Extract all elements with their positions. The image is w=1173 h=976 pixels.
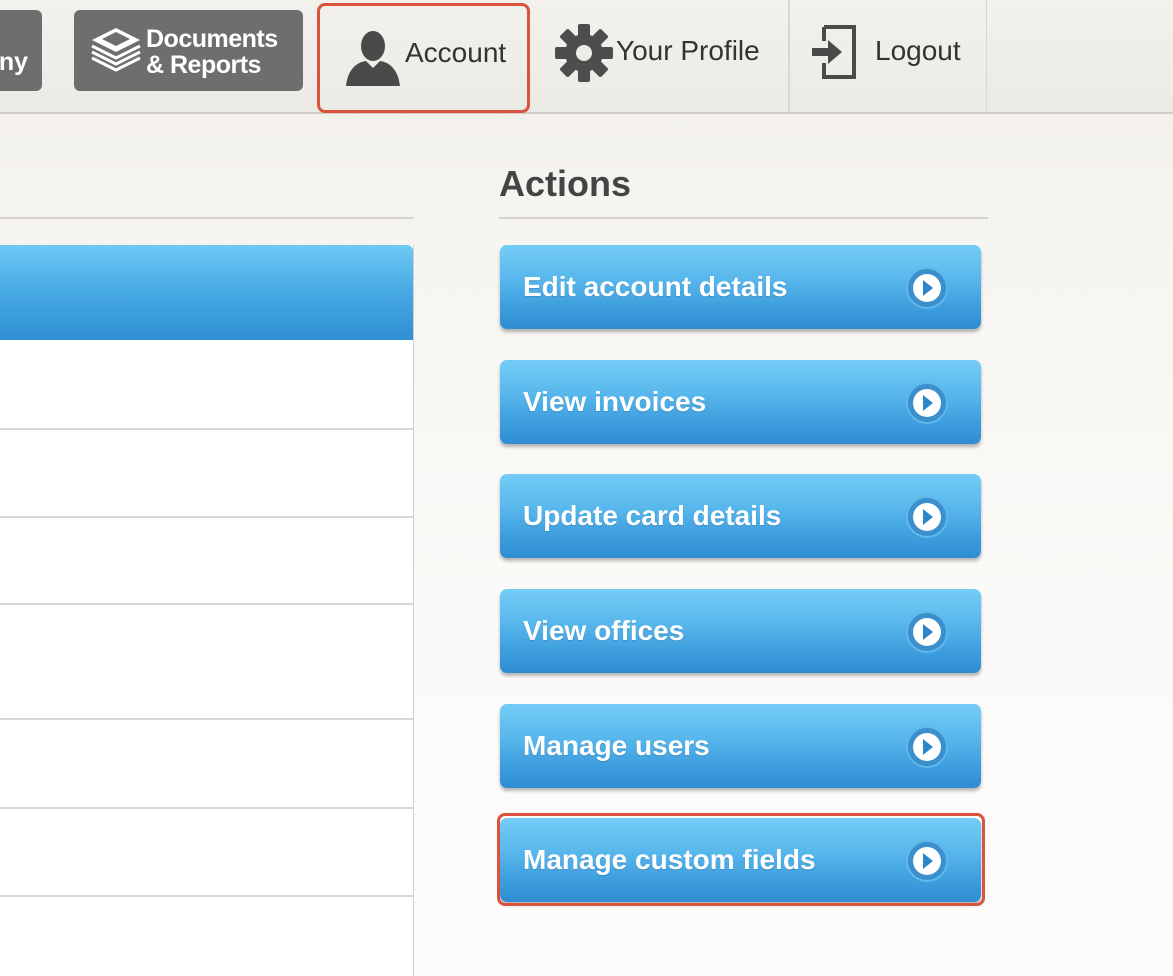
logout-arrow-icon — [812, 25, 856, 79]
actions-heading: Actions — [499, 163, 632, 204]
nav-logout-label: Logout — [875, 35, 961, 66]
update-card-details-button[interactable]: Update card details — [500, 474, 981, 558]
view-offices-button[interactable]: View offices — [500, 589, 981, 673]
nav-your-profile-tab[interactable]: Your Profile — [531, 0, 789, 112]
nav-account-tab[interactable]: Account — [317, 3, 530, 113]
action-button-label: View offices — [523, 615, 685, 646]
manage-users-button[interactable]: Manage users — [500, 704, 981, 788]
top-navigation-bar: ny Documents & Reports Account Your Prof… — [0, 0, 1173, 114]
stack-of-documents-icon — [91, 28, 141, 72]
view-invoices-button[interactable]: View invoices — [500, 360, 981, 444]
table-row-divider — [0, 807, 413, 809]
circle-arrow-right-icon — [906, 726, 948, 768]
action-button-label: Manage custom fields — [523, 844, 816, 875]
table-row-divider — [0, 895, 413, 897]
actions-divider — [499, 217, 988, 219]
panel-header — [0, 245, 413, 340]
circle-arrow-right-icon — [906, 267, 948, 309]
person-silhouette-icon — [346, 31, 400, 86]
nav-documents-label: Documents & Reports — [146, 25, 278, 79]
table-row-divider — [0, 516, 413, 518]
circle-arrow-right-icon — [906, 840, 948, 882]
nav-account-label: Account — [405, 37, 507, 68]
nav-documents-reports-button[interactable]: Documents & Reports — [74, 10, 303, 91]
action-button-label: View invoices — [523, 386, 707, 417]
nav-company-button[interactable]: ny — [0, 10, 42, 91]
action-button-label: Update card details — [523, 500, 782, 531]
edit-account-details-button[interactable]: Edit account details — [500, 245, 981, 329]
nav-company-label: ny — [0, 48, 28, 76]
action-button-label: Edit account details — [523, 271, 788, 302]
left-section-divider — [0, 217, 414, 219]
circle-arrow-right-icon — [906, 382, 948, 424]
table-row-divider — [0, 718, 413, 720]
circle-arrow-right-icon — [906, 611, 948, 653]
nav-logout-tab[interactable]: Logout — [789, 0, 987, 112]
account-details-panel — [0, 245, 414, 976]
table-row-divider — [0, 603, 413, 605]
gear-icon — [555, 24, 613, 82]
action-button-label: Manage users — [523, 730, 710, 761]
circle-arrow-right-icon — [906, 496, 948, 538]
manage-custom-fields-button[interactable]: Manage custom fields — [500, 818, 981, 902]
nav-profile-label: Your Profile — [616, 35, 760, 66]
table-row-divider — [0, 428, 413, 430]
